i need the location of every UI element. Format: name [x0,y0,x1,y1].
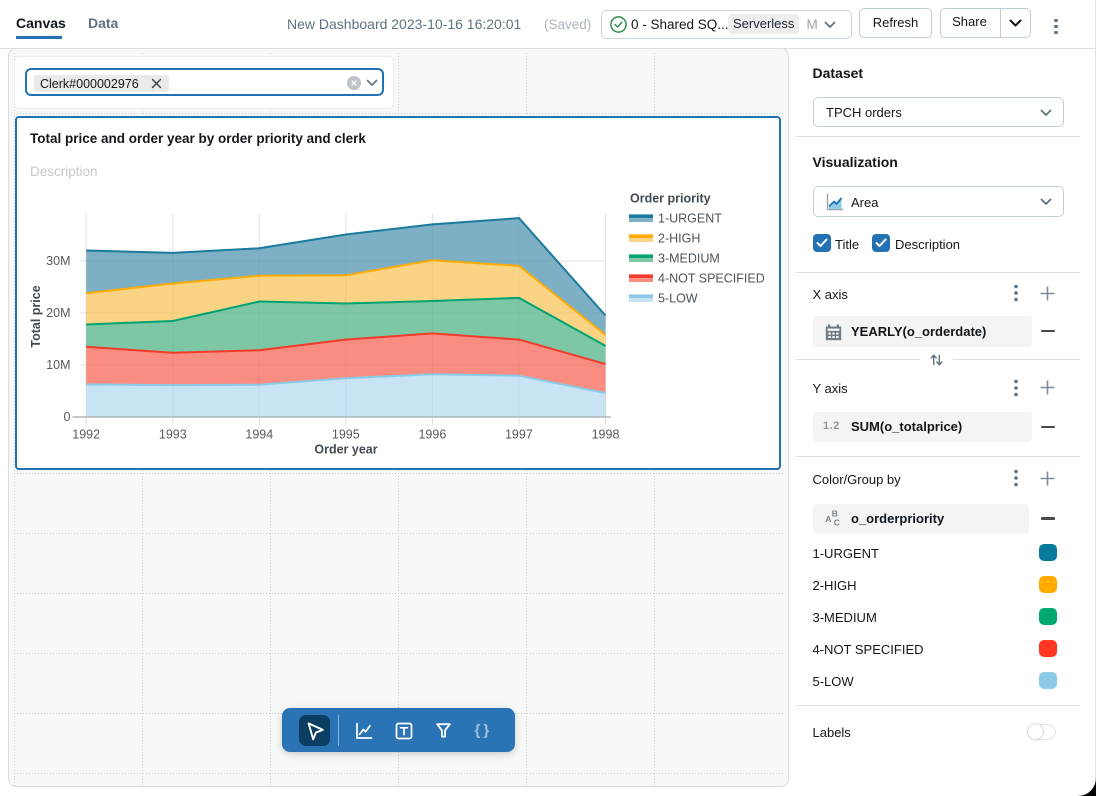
svg-text:1994: 1994 [245,427,273,441]
svg-text:Order year: Order year [314,442,377,456]
svg-text:1995: 1995 [332,427,360,441]
svg-text:1996: 1996 [418,427,446,441]
svg-text:5-LOW: 5-LOW [658,291,698,305]
svg-text:C: C [834,518,840,528]
svg-text:1992: 1992 [72,427,100,441]
svg-text:0: 0 [64,410,71,424]
svg-text:1-URGENT: 1-URGENT [658,211,722,225]
svg-text:1993: 1993 [159,427,187,441]
svg-text:20M: 20M [46,306,70,320]
svg-text:1997: 1997 [505,427,533,441]
svg-text:4-NOT SPECIFIED: 4-NOT SPECIFIED [658,271,765,285]
svg-text:2-HIGH: 2-HIGH [658,231,700,245]
svg-text:Total price: Total price [29,285,43,347]
svg-text:3-MEDIUM: 3-MEDIUM [658,251,720,265]
svg-text:30M: 30M [46,254,70,268]
svg-text:10M: 10M [46,358,70,372]
svg-text:A: A [825,514,831,524]
svg-text:Order priority: Order priority [630,191,711,205]
svg-text:1998: 1998 [592,427,620,441]
